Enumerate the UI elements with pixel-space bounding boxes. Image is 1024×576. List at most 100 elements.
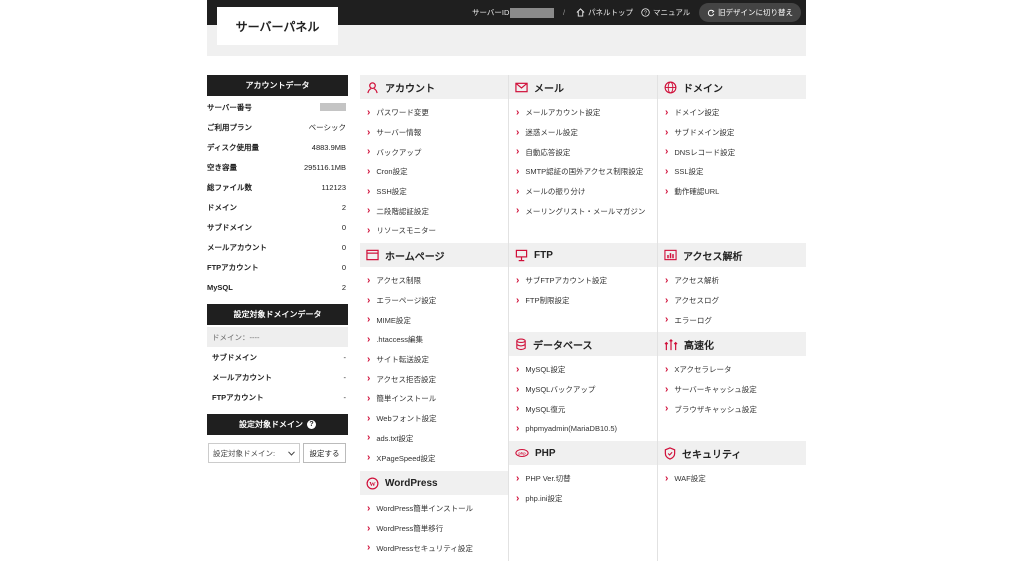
question-icon: ? <box>641 8 650 17</box>
menu-item[interactable]: SSH設定 <box>360 182 508 202</box>
section-header: セキュリティ <box>658 441 806 465</box>
section-database: データベース MySQL設定 MySQLバックアップ MySQL復元 phpmy… <box>509 332 657 439</box>
menu-item[interactable]: 動作確認URL <box>658 182 806 202</box>
menu-item[interactable]: php.ini設定 <box>509 489 657 509</box>
menu-item[interactable]: FTP制限設定 <box>509 291 657 311</box>
menu-item[interactable]: MIME設定 <box>360 310 508 330</box>
menu-item[interactable]: Webフォント設定 <box>360 409 508 429</box>
domain-key: FTPアカウント <box>212 392 264 402</box>
account-row: メールアカウント 0 <box>207 237 348 257</box>
manual-label: マニュアル <box>653 8 691 17</box>
section-title: WordPress <box>385 477 438 489</box>
menu-item[interactable]: Xアクセラレータ <box>658 360 806 380</box>
menu-item[interactable]: メーリングリスト・メールマガジン <box>509 201 657 221</box>
menu-item[interactable]: エラーログ <box>658 310 806 330</box>
menu-item[interactable]: アクセス拒否設定 <box>360 369 508 389</box>
section-title: ホームページ <box>385 251 445 263</box>
menu-item[interactable]: WordPress簡単移行 <box>360 519 508 539</box>
menu-item[interactable]: PHP Ver.切替 <box>509 469 657 489</box>
domain-value: - <box>343 372 347 382</box>
account-value: 2 <box>341 202 346 212</box>
account-key: FTPアカウント <box>207 262 259 272</box>
panel-top-link[interactable]: パネルトップ <box>576 7 633 18</box>
old-design-button[interactable]: 旧デザインに切り替え <box>699 3 801 22</box>
domain-row: メールアカウント - <box>207 367 348 387</box>
menu-item[interactable]: アクセス解析 <box>658 271 806 291</box>
menu-item[interactable]: 迷惑メール設定 <box>509 123 657 143</box>
manual-link[interactable]: ? マニュアル <box>641 7 690 18</box>
menu-item[interactable]: WAF設定 <box>658 469 806 489</box>
section-title: アクセス解析 <box>683 251 743 263</box>
domain-data-list: ドメイン：---- サブドメイン - メールアカウント - FTPアカウント - <box>207 327 348 407</box>
domain-data-title: 設定対象ドメインデータ <box>233 310 322 319</box>
menu-item[interactable]: アクセス制限 <box>360 271 508 291</box>
home-icon <box>576 8 585 17</box>
menu-item[interactable]: SMTP認証の国外アクセス制限設定 <box>509 162 657 182</box>
menu-item[interactable]: メールの振り分け <box>509 182 657 202</box>
section-header: メール <box>509 75 657 99</box>
menu-item[interactable]: サーバーキャッシュ設定 <box>658 380 806 400</box>
envelope-icon <box>515 82 528 92</box>
menu-item[interactable]: MySQL復元 <box>509 399 657 419</box>
menu-item[interactable]: Cron設定 <box>360 162 508 182</box>
account-key: ご利用プラン <box>207 122 252 132</box>
header-separator: / <box>563 8 566 17</box>
domain-key: メールアカウント <box>212 372 272 382</box>
menu-item[interactable]: XPageSpeed設定 <box>360 448 508 468</box>
menu-item[interactable]: パスワード変更 <box>360 103 508 123</box>
logo[interactable]: サーバーパネル <box>217 7 338 45</box>
section-header: ホームページ <box>360 243 508 267</box>
set-domain-button[interactable]: 設定する <box>303 443 346 463</box>
account-key: サーバー番号 <box>207 102 252 112</box>
menu-item[interactable]: SSL設定 <box>658 162 806 182</box>
section-access-analysis: アクセス解析 アクセス解析 アクセスログ エラーログ <box>658 243 806 330</box>
menu-item[interactable]: ブラウザキャッシュ設定 <box>658 399 806 419</box>
section-header: php PHP <box>509 441 657 465</box>
section-title: データベース <box>533 340 593 352</box>
account-key: メールアカウント <box>207 242 267 252</box>
account-value: 0 <box>341 242 346 252</box>
account-row: ディスク使用量 4883.9MB <box>207 137 348 157</box>
account-value: 2 <box>341 282 346 292</box>
account-row: 総ファイル数 112123 <box>207 177 348 197</box>
menu-item[interactable]: 自動応答設定 <box>509 142 657 162</box>
menu-item[interactable]: サイト転送設定 <box>360 350 508 370</box>
menu-item[interactable]: 簡単インストール <box>360 389 508 409</box>
menu-item[interactable]: MySQLバックアップ <box>509 380 657 400</box>
menu-item[interactable]: バックアップ <box>360 142 508 162</box>
menu-item[interactable]: アクセスログ <box>658 291 806 311</box>
chevron-down-icon <box>288 450 295 456</box>
section-account: アカウント パスワード変更 サーバー情報 バックアップ Cron設定 SSH設定… <box>360 75 508 241</box>
menu-item[interactable]: サブドメイン設定 <box>658 123 806 143</box>
target-domain-select[interactable]: 設定対象ドメイン: <box>208 443 300 463</box>
svg-text:?: ? <box>644 11 647 17</box>
menu-item[interactable]: ドメイン設定 <box>658 103 806 123</box>
target-domain-title: 設定対象ドメイン <box>239 420 303 429</box>
section-title: PHP <box>535 447 556 459</box>
section-header: W WordPress <box>360 471 508 495</box>
section-header: 高速化 <box>658 332 806 356</box>
menu-item[interactable]: 二段階認証設定 <box>360 201 508 221</box>
menu-item[interactable]: DNSレコード設定 <box>658 142 806 162</box>
menu-item[interactable]: ads.txt設定 <box>360 429 508 449</box>
menu-item[interactable]: メールアカウント設定 <box>509 103 657 123</box>
menu-item[interactable]: MySQL設定 <box>509 360 657 380</box>
account-key: ディスク使用量 <box>207 142 259 152</box>
menu-item[interactable]: エラーページ設定 <box>360 291 508 311</box>
menu-item[interactable]: WordPressセキュリティ設定 <box>360 538 508 558</box>
menu-item[interactable]: .htaccess編集 <box>360 330 508 350</box>
php-icon: php <box>515 448 529 458</box>
account-row: ドメイン 2 <box>207 197 348 217</box>
section-title: アカウント <box>385 83 435 95</box>
menu-item[interactable]: WordPress簡単インストール <box>360 499 508 519</box>
section-header: アカウント <box>360 75 508 99</box>
menu-item[interactable]: リソースモニター <box>360 221 508 241</box>
menu-item[interactable]: サーバー情報 <box>360 123 508 143</box>
help-icon[interactable]: ? <box>307 420 316 429</box>
menu-item[interactable]: サブFTPアカウント設定 <box>509 271 657 291</box>
menu-item[interactable]: phpmyadmin(MariaDB10.5) <box>509 419 657 439</box>
account-data-list: サーバー番号 ご利用プラン ベーシック ディスク使用量 4883.9MB 空き容量 2… <box>207 97 348 297</box>
section-wordpress: W WordPress WordPress簡単インストール WordPress簡… <box>360 471 508 558</box>
account-value: ベーシック <box>308 122 346 132</box>
domain-key: サブドメイン <box>212 352 257 362</box>
